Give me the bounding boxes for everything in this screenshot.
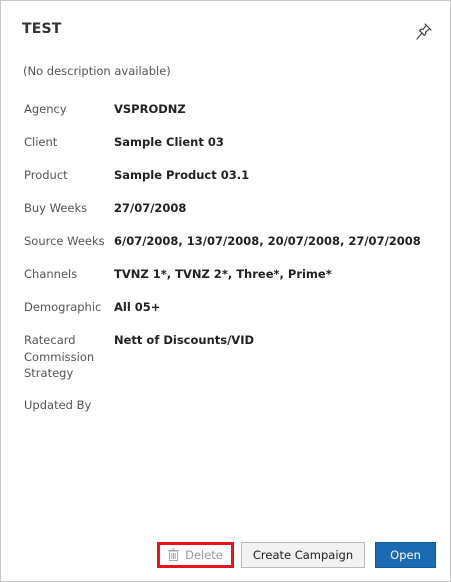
field-value: All 05+ <box>114 300 161 314</box>
campaign-description: (No description available) <box>23 64 171 78</box>
delete-button-label: Delete <box>185 548 223 562</box>
campaign-details-panel: TEST (No description available) Agency V… <box>0 0 451 582</box>
trash-icon <box>168 548 179 561</box>
field-label: Updated By <box>24 398 92 412</box>
field-label: Client <box>24 135 58 149</box>
field-value: Nett of Discounts/VID <box>114 333 255 347</box>
field-value: 6/07/2008, 13/07/2008, 20/07/2008, 27/07… <box>114 234 421 248</box>
field-value: Sample Product 03.1 <box>114 168 250 182</box>
field-label: Demographic <box>24 300 102 314</box>
field-value: VSPRODNZ <box>114 102 186 116</box>
field-value: TVNZ 1*, TVNZ 2*, Three*, Prime* <box>114 267 332 281</box>
create-campaign-button[interactable]: Create Campaign <box>241 542 365 568</box>
field-label: Source Weeks <box>24 234 105 248</box>
open-button[interactable]: Open <box>375 542 436 568</box>
field-label: Agency <box>24 102 67 116</box>
field-label: Product <box>24 168 68 182</box>
field-value: Sample Client 03 <box>114 135 224 149</box>
field-label: Buy Weeks <box>24 201 88 215</box>
field-label: Channels <box>24 267 78 281</box>
field-label: Ratecard Commission Strategy <box>24 333 95 380</box>
field-value: 27/07/2008 <box>114 201 187 215</box>
delete-button[interactable]: Delete <box>157 542 234 568</box>
pin-icon[interactable] <box>415 22 433 42</box>
panel-title: TEST <box>22 21 62 37</box>
